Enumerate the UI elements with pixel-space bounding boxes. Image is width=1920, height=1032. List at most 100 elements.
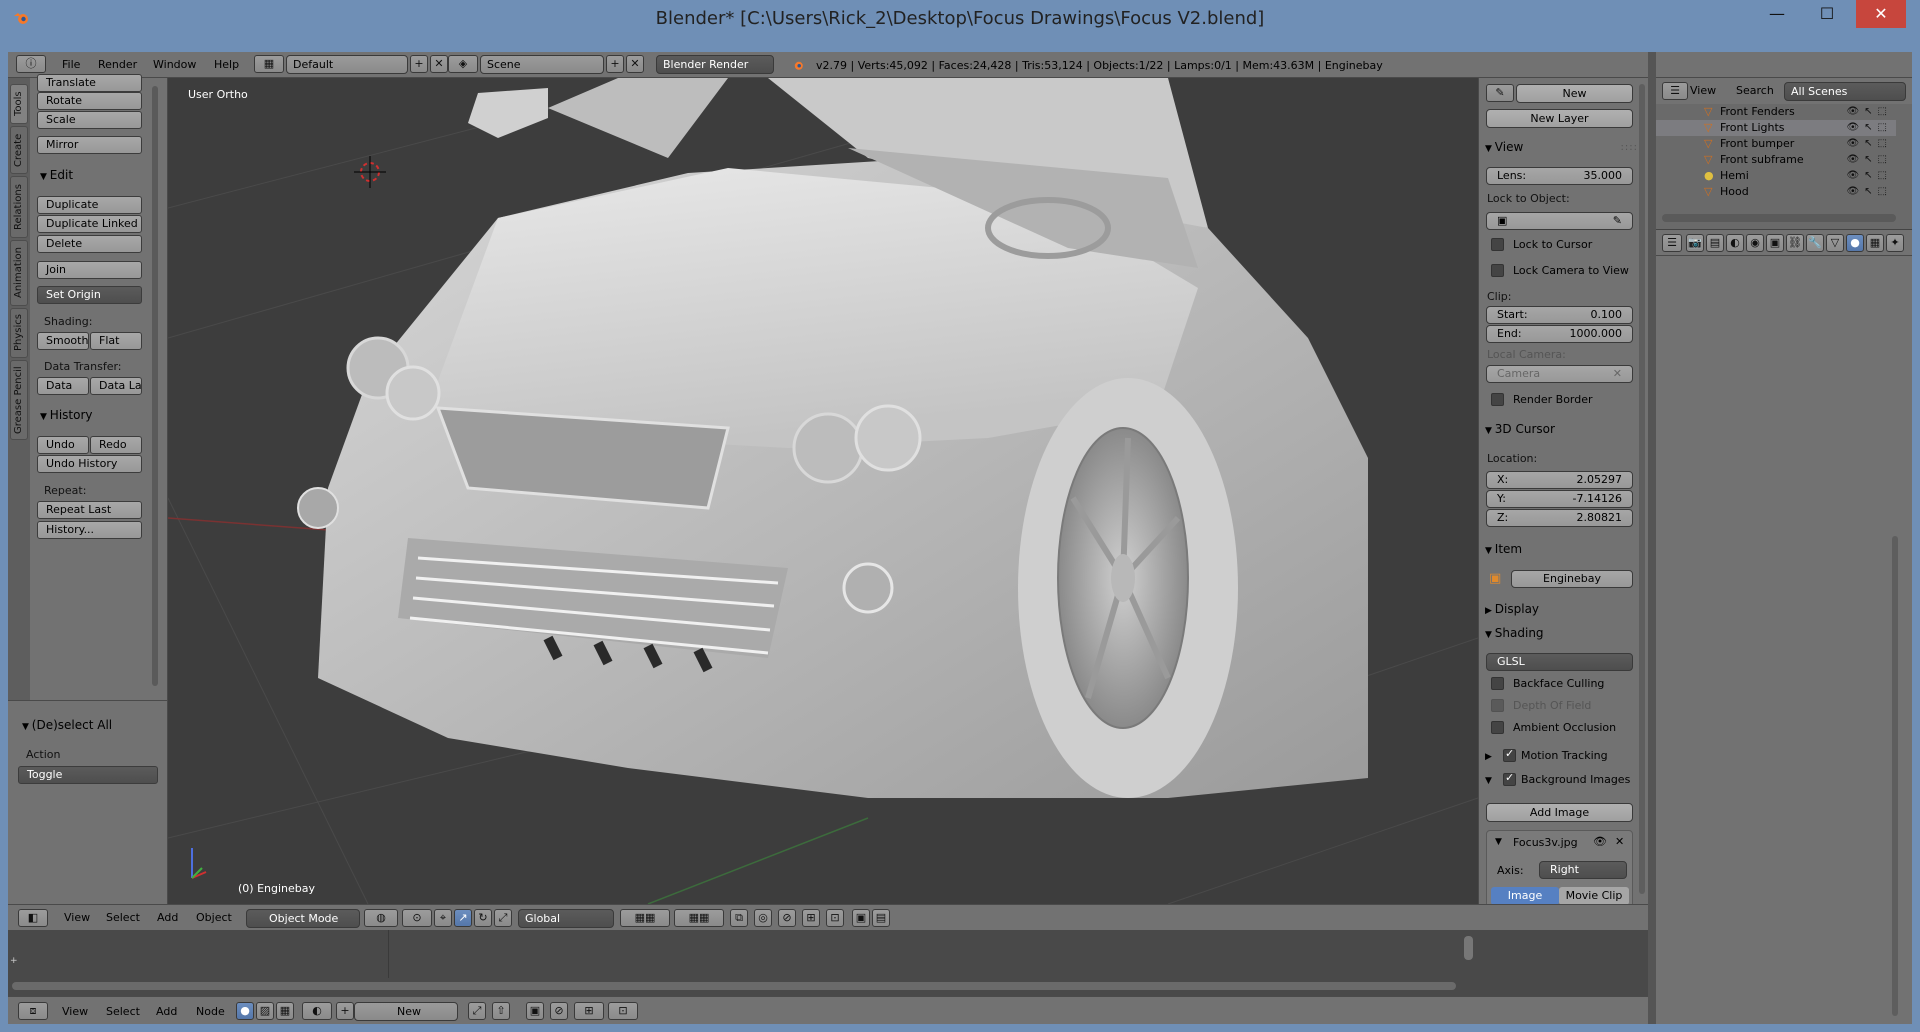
3d-cursor-icon[interactable] [354,156,386,188]
proportional-edit-icon[interactable]: ◎ [754,909,772,927]
tab-physics[interactable]: Physics [10,308,28,358]
parent-node-icon[interactable]: ⇧ [492,1002,510,1020]
clear-camera-icon[interactable]: ✕ [1613,366,1622,382]
render-layers-tab-icon[interactable]: ▤ [1706,234,1724,252]
tab-animation[interactable]: Animation [10,240,28,306]
redo-button[interactable]: Redo [90,436,142,454]
viewport-shading-icon[interactable]: ◍ [364,909,398,927]
visibility-icons[interactable]: 👁↖⬚ [1846,184,1892,200]
eye-icon[interactable]: 👁 [1593,835,1607,848]
operator-panel-header[interactable]: (De)select All [22,718,112,732]
clip-start-field[interactable]: Start: 0.100 [1486,306,1633,324]
close-button[interactable]: ✕ [1856,0,1906,28]
motion-tracking-checkbox[interactable] [1503,747,1516,762]
background-images-checkbox[interactable] [1503,771,1516,786]
render-tab-icon[interactable]: 📷 [1686,234,1704,252]
shading-mode-select[interactable]: GLSL [1486,653,1633,671]
clip-end-field[interactable]: End: 1000.000 [1486,325,1633,343]
node-menu-select[interactable]: Select [106,1005,140,1018]
lock-to-cursor-checkbox[interactable] [1491,238,1504,251]
mirror-button[interactable]: Mirror [37,136,142,154]
texture-nodes-icon[interactable]: ▦ [276,1002,294,1020]
undo-history-button[interactable]: Undo History [37,455,142,473]
grease-pencil-icon[interactable]: ✎ [1486,84,1514,102]
add-region-icon[interactable]: + [10,956,18,966]
node-snap-target-icon[interactable]: ⊡ [608,1002,638,1020]
snap-toggle-icon[interactable]: ⊘ [778,909,796,927]
tab-grease-pencil[interactable]: Grease Pencil [10,360,28,440]
eyedropper-icon[interactable]: ✎ [1613,213,1622,229]
backface-culling-checkbox[interactable] [1491,677,1504,690]
properties-scrollbar[interactable] [1892,536,1898,1016]
menu-window[interactable]: Window [153,58,196,71]
remove-image-icon[interactable]: ✕ [1615,835,1624,848]
backdrop-icon[interactable]: ▣ [526,1002,544,1020]
data-transfer-button[interactable]: Data [37,377,89,395]
outliner-row[interactable]: ▽ Front Fenders 👁↖⬚ [1656,104,1896,120]
editor-type-3d-icon[interactable]: ◧ [18,909,48,927]
menu-render[interactable]: Render [98,58,137,71]
menu-help[interactable]: Help [214,58,239,71]
outliner-row[interactable]: ▽ Front bumper 👁↖⬚ [1656,136,1896,152]
vp-menu-select[interactable]: Select [106,911,140,924]
translate-manipulator-icon[interactable]: ↗ [454,909,472,927]
history-button[interactable]: History... [37,521,142,539]
maximize-button[interactable]: ☐ [1804,0,1850,28]
vp-menu-object[interactable]: Object [196,911,232,924]
data-tab-icon[interactable]: ▽ [1826,234,1844,252]
layers-grid-1-icon[interactable]: ▦▦ [620,909,670,927]
panel-grip-icon[interactable]: :::: [1621,142,1638,153]
remove-scene-icon[interactable]: ✕ [626,55,644,73]
world-tab-icon[interactable]: ◉ [1746,234,1764,252]
outliner-display-mode-select[interactable]: All Scenes [1784,82,1906,101]
node-menu-view[interactable]: View [62,1005,88,1018]
item-panel-header[interactable]: Item [1485,542,1522,556]
data-layout-button[interactable]: Data La [90,377,142,395]
scene-field[interactable]: Scene [480,55,604,74]
material-slot-icon[interactable]: ◐ [302,1002,332,1020]
action-select[interactable]: Toggle [18,766,158,784]
local-camera-field[interactable]: Camera ✕ [1486,365,1633,383]
visibility-icons[interactable]: 👁↖⬚ [1846,136,1892,152]
transform-orientation-select[interactable]: Global [518,909,614,928]
object-tab-icon[interactable]: ▣ [1766,234,1784,252]
flat-button[interactable]: Flat [90,332,142,350]
outliner-row[interactable]: ● Hemi 👁↖⬚ [1656,168,1896,184]
tab-create[interactable]: Create [10,126,28,174]
new-layer-button[interactable]: New Layer [1486,109,1633,128]
particles-tab-icon[interactable]: ✦ [1886,234,1904,252]
repeat-last-button[interactable]: Repeat Last [37,501,142,519]
pivot-point-icon[interactable]: ⊙ [402,909,432,927]
shader-nodes-icon[interactable]: ● [236,1002,254,1020]
duplicate-button[interactable]: Duplicate [37,196,142,214]
object-mode-select[interactable]: Object Mode [246,909,360,928]
smooth-button[interactable]: Smooth [37,332,89,350]
scene-tab-icon[interactable]: ◐ [1726,234,1744,252]
screen-layout-icon[interactable]: ▦ [254,55,284,73]
minimize-button[interactable]: — [1754,0,1800,28]
layers-grid-2-icon[interactable]: ▦▦ [674,909,724,927]
rotate-manipulator-icon[interactable]: ↻ [474,909,492,927]
image-expand-icon[interactable]: ▼ [1495,837,1502,847]
ambient-occlusion-checkbox[interactable] [1491,721,1504,734]
npanel-scrollbar[interactable] [1639,84,1645,894]
join-button[interactable]: Join [37,261,142,279]
visibility-icons[interactable]: 👁↖⬚ [1846,168,1892,184]
node-snap-toggle-icon[interactable]: ⊘ [550,1002,568,1020]
node-menu-add[interactable]: Add [156,1005,177,1018]
add-image-button[interactable]: Add Image [1486,803,1633,822]
texture-tab-icon[interactable]: ▦ [1866,234,1884,252]
new-material-plus-icon[interactable]: + [336,1002,354,1020]
shading-panel-header[interactable]: Shading [1485,626,1544,640]
snap-element-icon[interactable]: ⊞ [802,909,820,927]
scale-button[interactable]: Scale [37,111,142,129]
render-border-checkbox[interactable] [1491,393,1504,406]
tab-image[interactable]: Image [1491,887,1559,904]
rotate-button[interactable]: Rotate [37,92,142,110]
outliner-hscrollbar[interactable] [1662,214,1896,222]
undo-button[interactable]: Undo [37,436,89,454]
cursor-z-field[interactable]: Z: 2.80821 [1486,509,1633,527]
edit-panel-header[interactable]: Edit [40,168,73,182]
menu-file[interactable]: File [62,58,80,71]
view-panel-header[interactable]: View [1485,140,1523,154]
